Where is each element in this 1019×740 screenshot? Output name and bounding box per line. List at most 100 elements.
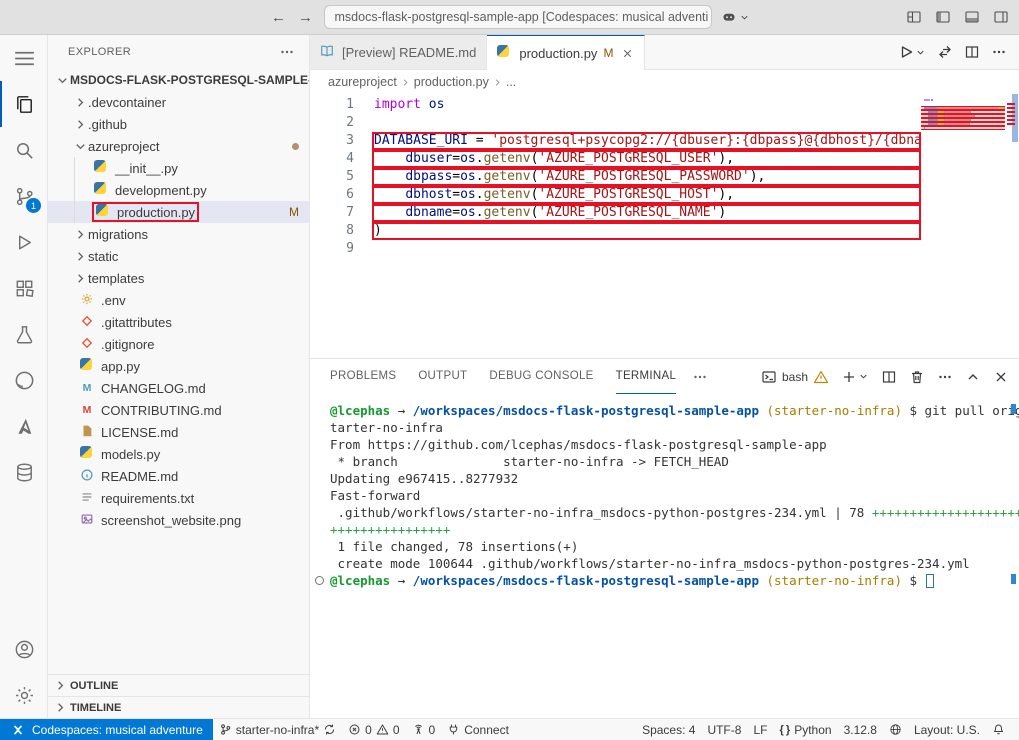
tree-item-init-py[interactable]: __init__.py — [48, 157, 309, 179]
maximize-panel-icon[interactable] — [965, 369, 981, 385]
breadcrumb-item-[interactable]: ... — [506, 75, 516, 89]
overview-ruler[interactable] — [1005, 94, 1019, 358]
tree-item-screenshot-website-png[interactable]: screenshot_website.png — [48, 509, 309, 531]
source-control-badge: 1 — [26, 198, 41, 213]
globe-item[interactable] — [883, 723, 908, 736]
panel-tab-debug-console[interactable]: DEBUG CONSOLE — [489, 359, 593, 394]
tree-item-development-py[interactable]: development.py — [48, 179, 309, 201]
tree-item-static[interactable]: static — [48, 245, 309, 267]
customize-layout-icon[interactable] — [906, 9, 922, 25]
tree-item-templates[interactable]: templates — [48, 267, 309, 289]
minimap[interactable] — [921, 94, 1005, 358]
run-dropdown-chevron-icon[interactable] — [915, 47, 926, 58]
code-editor[interactable]: 1import os23DATABASE_URI = 'postgresql+p… — [310, 94, 1019, 358]
activity-run-debug[interactable] — [0, 219, 47, 265]
language-indicator[interactable]: { } Python — [773, 723, 837, 737]
tree-item-contributing-md[interactable]: MCONTRIBUTING.md — [48, 399, 309, 421]
panel-tabs-more-icon[interactable] — [692, 369, 708, 385]
copilot-icon — [721, 9, 737, 25]
panel-tab-problems[interactable]: PROBLEMS — [330, 359, 396, 394]
file-label: __init__.py — [115, 161, 178, 176]
activity-github[interactable] — [0, 357, 47, 403]
keyboard-layout-indicator[interactable]: Layout: U.S. — [908, 723, 986, 737]
file-label: .gitattributes — [101, 315, 172, 330]
activity-database[interactable] — [0, 449, 47, 495]
chevron-down-icon — [739, 12, 750, 23]
tree-item-models-py[interactable]: models.py — [48, 443, 309, 465]
back-arrow-icon[interactable]: ← — [270, 9, 288, 26]
toggle-secondary-sidebar-icon[interactable] — [993, 9, 1009, 25]
close-tab-icon[interactable] — [621, 47, 634, 60]
activity-azure[interactable] — [0, 403, 47, 449]
activity-search[interactable] — [0, 127, 47, 173]
tree-item-env[interactable]: .env — [48, 289, 309, 311]
connect-item[interactable]: Connect — [441, 719, 515, 740]
toggle-sidebar-icon[interactable] — [935, 9, 951, 25]
tree-item-migrations[interactable]: migrations — [48, 223, 309, 245]
remote-indicator[interactable]: Codespaces: musical adventure — [0, 719, 213, 740]
files-icon — [13, 93, 36, 116]
activity-explorer[interactable] — [0, 81, 47, 127]
tree-item-app-py[interactable]: app.py — [48, 355, 309, 377]
more-actions-icon[interactable] — [991, 44, 1007, 60]
terminal-body[interactable]: @lcephas → /workspaces/msdocs-flask-post… — [310, 394, 1019, 718]
scrollbar-thumb[interactable] — [1012, 94, 1018, 142]
panel-tab-terminal[interactable]: TERMINAL — [616, 359, 677, 394]
section-outline[interactable]: OUTLINE — [48, 674, 309, 696]
activity-extensions[interactable] — [0, 265, 47, 311]
tree-item-gitattributes[interactable]: .gitattributes — [48, 311, 309, 333]
interpreter-indicator[interactable]: 3.12.8 — [838, 723, 883, 737]
panel-more-actions-icon[interactable] — [937, 369, 953, 385]
activity-settings[interactable] — [0, 672, 47, 718]
command-center[interactable]: msdocs-flask-postgresql-sample-app [Code… — [324, 5, 712, 29]
open-changes-icon[interactable] — [937, 44, 953, 60]
breadcrumb-item-azureproject[interactable]: azureproject — [328, 75, 397, 89]
terminal-cursor — [926, 574, 934, 588]
terminal-dropdown-chevron-icon[interactable] — [858, 371, 869, 382]
chevron-right-icon — [52, 700, 68, 715]
line-number: 1 — [310, 96, 372, 114]
tree-item-license-md[interactable]: LICENSE.md — [48, 421, 309, 443]
section-timeline[interactable]: TIMELINE — [48, 696, 309, 718]
activity-accounts[interactable] — [0, 626, 47, 672]
forward-arrow-icon[interactable]: → — [297, 9, 315, 26]
explorer-more-actions-icon[interactable] — [279, 44, 295, 60]
terminal-shell-item[interactable]: bash — [761, 369, 829, 385]
eol-indicator[interactable]: LF — [747, 723, 773, 737]
tree-item-production-py[interactable]: production.pyM — [48, 201, 309, 223]
activity-source-control[interactable]: 1 — [0, 173, 47, 219]
activity-testing[interactable] — [0, 311, 47, 357]
terminal-line: From https://github.com/lcephas/msdocs-f… — [310, 436, 1019, 453]
ports-indicator[interactable]: 0 — [406, 719, 442, 740]
tab-preview-readme-md[interactable]: [Preview] README.md — [310, 35, 487, 69]
activity-menu[interactable] — [0, 35, 47, 81]
problems-indicator[interactable]: 0 0 — [342, 719, 405, 740]
tree-item-requirements-txt[interactable]: requirements.txt — [48, 487, 309, 509]
tree-item-github[interactable]: .github — [48, 113, 309, 135]
tree-item-changelog-md[interactable]: MCHANGELOG.md — [48, 377, 309, 399]
copilot-menu[interactable] — [721, 9, 750, 25]
indentation-indicator[interactable]: Spaces: 4 — [636, 723, 701, 737]
toggle-panel-icon[interactable] — [964, 9, 980, 25]
notifications-item[interactable] — [986, 723, 1011, 736]
branch-indicator[interactable]: starter-no-infra* — [213, 719, 342, 740]
run-python-file-button[interactable] — [898, 44, 914, 60]
split-terminal-icon[interactable] — [881, 369, 897, 385]
encoding-indicator[interactable]: UTF-8 — [701, 723, 747, 737]
chevron-right-icon — [52, 678, 68, 693]
breadcrumb-item-production-py[interactable]: production.py — [414, 75, 489, 89]
new-terminal-button[interactable] — [841, 369, 857, 385]
split-editor-icon[interactable] — [964, 44, 980, 60]
tree-item-azureproject[interactable]: azureproject — [48, 135, 309, 157]
gear-icon — [13, 684, 36, 707]
command-decoration-icon[interactable] — [315, 576, 324, 585]
tree-item-readme-md[interactable]: README.md — [48, 465, 309, 487]
tree-item-gitignore[interactable]: .gitignore — [48, 333, 309, 355]
close-panel-icon[interactable] — [993, 369, 1009, 385]
tree-item-devcontainer[interactable]: .devcontainer — [48, 91, 309, 113]
tab-production-py[interactable]: production.pyM — [487, 35, 645, 70]
tree-root[interactable]: MSDOCS-FLASK-POSTGRESQL-SAMPLE-... — [48, 69, 309, 91]
panel-tab-output[interactable]: OUTPUT — [418, 359, 467, 394]
kill-terminal-icon[interactable] — [909, 369, 925, 385]
layout-label: Layout: U.S. — [914, 723, 980, 737]
